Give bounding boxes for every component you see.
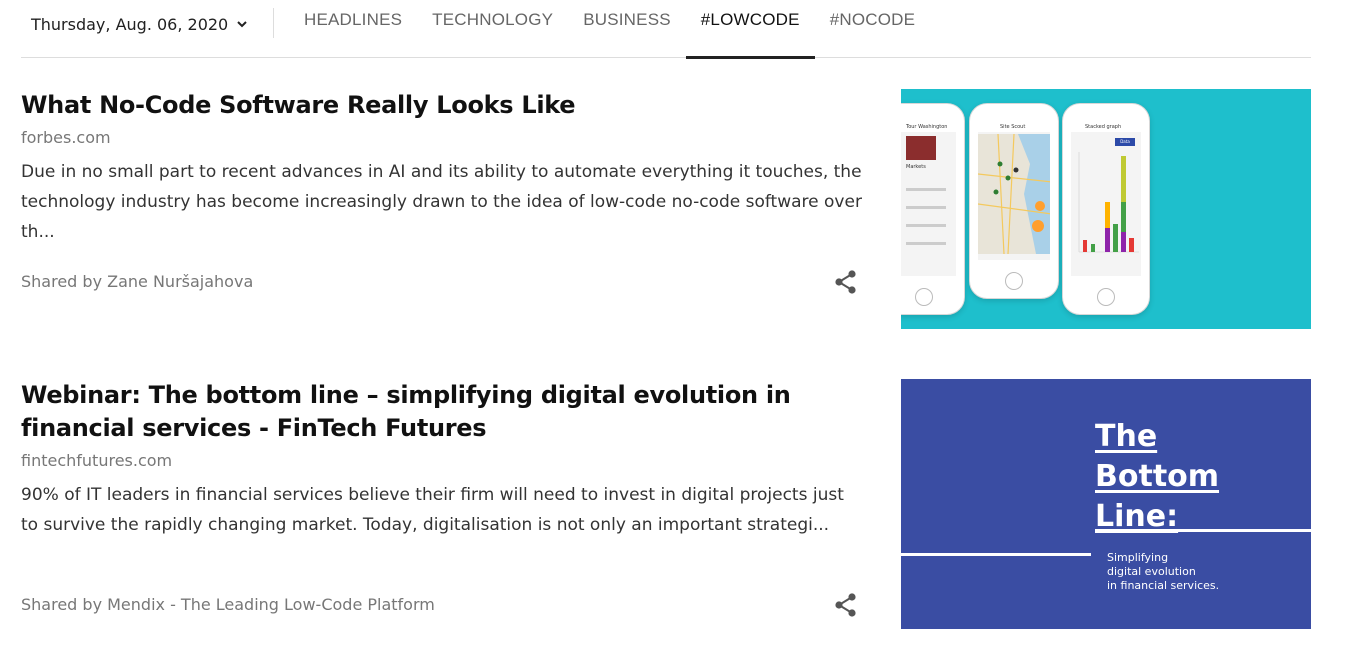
section-label: Markets (906, 164, 926, 170)
article-summary: Due in no small part to recent advances … (21, 162, 862, 242)
list-line (906, 206, 946, 209)
phone-mockup: Stacked graph Data (1062, 103, 1150, 315)
heading-line: The (1095, 419, 1158, 454)
thumbnail-heading: The Bottom Line: (1095, 417, 1219, 537)
map-image (978, 134, 1050, 254)
tab-technology[interactable]: TECHNOLOGY (417, 0, 568, 58)
subtitle-line: digital evolution (1107, 565, 1196, 578)
decorative-rule (901, 553, 1091, 556)
chevron-down-icon (237, 21, 247, 28)
shared-by: Shared by Mendix - The Leading Low-Code … (21, 595, 435, 614)
data-button: Data (1115, 138, 1135, 146)
tab-nocode[interactable]: #NOCODE (815, 0, 930, 58)
date-picker[interactable]: Thursday, Aug. 06, 2020 (31, 10, 248, 38)
phone-mockup: Site Scout (969, 103, 1059, 299)
article-thumbnail[interactable]: Tour Washington Markets Site Scout Stack… (901, 89, 1311, 329)
date-label: Thursday, Aug. 06, 2020 (31, 14, 229, 34)
app-title: Tour Washington (901, 122, 956, 132)
share-icon[interactable] (833, 269, 859, 295)
article-title[interactable]: What No-Code Software Really Looks Like (21, 89, 866, 122)
phone-screen: Tour Washington Markets (901, 122, 956, 276)
list-line (906, 224, 946, 227)
thumbnail-subtitle: Simplifying digital evolution in financi… (1107, 551, 1219, 593)
article-card: Webinar: The bottom line – simplifying d… (21, 379, 1311, 629)
list-line (906, 242, 946, 245)
divider (273, 8, 274, 38)
decorative-rule (1095, 529, 1311, 532)
top-bar: Thursday, Aug. 06, 2020 HEADLINES TECHNO… (21, 0, 1311, 59)
tab-headlines[interactable]: HEADLINES (289, 0, 417, 58)
phone-screen: Site Scout (978, 122, 1050, 260)
article-text: What No-Code Software Really Looks Like … (21, 89, 866, 247)
category-tabs: HEADLINES TECHNOLOGY BUSINESS #LOWCODE #… (289, 0, 930, 59)
list-line (906, 188, 946, 191)
article-thumbnail[interactable]: The Bottom Line: Simplifying digital evo… (901, 379, 1311, 629)
tab-lowcode[interactable]: #LOWCODE (685, 0, 815, 59)
article-card: What No-Code Software Really Looks Like … (21, 89, 1311, 329)
market-image (906, 136, 936, 160)
tab-business[interactable]: BUSINESS (568, 0, 686, 58)
phone-mockup: Tour Washington Markets (901, 103, 965, 315)
article-source[interactable]: fintechfutures.com (21, 450, 866, 472)
stacked-graph-image (1078, 152, 1139, 253)
subtitle-line: Simplifying (1107, 551, 1169, 564)
share-icon[interactable] (833, 592, 859, 618)
subtitle-line: in financial services. (1107, 579, 1220, 592)
home-button (915, 288, 933, 306)
home-button (1097, 288, 1115, 306)
shared-by: Shared by Zane Nuršajahova (21, 272, 254, 291)
article-title[interactable]: Webinar: The bottom line – simplifying d… (21, 379, 866, 445)
home-button (1005, 272, 1023, 290)
article-source[interactable]: forbes.com (21, 127, 866, 149)
phone-screen: Stacked graph Data (1071, 122, 1141, 276)
article-summary: 90% of IT leaders in financial services … (21, 485, 844, 535)
article-text: Webinar: The bottom line – simplifying d… (21, 379, 866, 540)
app-title: Stacked graph (1071, 122, 1141, 132)
app-title: Site Scout (978, 122, 1050, 132)
heading-line: Bottom (1095, 459, 1220, 494)
